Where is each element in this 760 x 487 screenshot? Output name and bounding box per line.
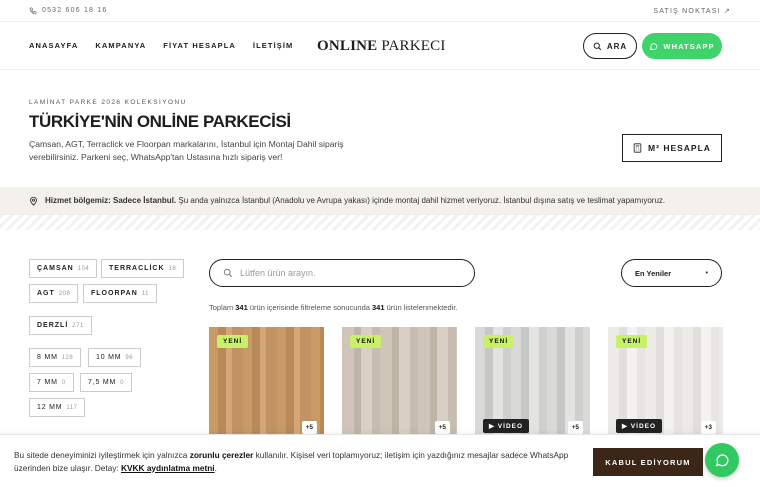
filter-chip-7mm[interactable]: 7 MM 0 [29,373,74,392]
dropdown-dot-icon: • [705,269,708,277]
product-card[interactable]: YENİ +5 [342,327,457,437]
filter-chip-agt[interactable]: AGT 208 [29,284,79,303]
whatsapp-button[interactable]: WHATSAPP [642,33,722,59]
filter-chip-12mm[interactable]: 12 MM 117 [29,398,86,417]
more-images-badge: +5 [567,421,583,434]
nav-actions: ARA WHATSAPP [583,33,722,59]
location-pin-icon [30,196,37,206]
whatsapp-icon [650,42,658,50]
phone-number: 0532 606 18 16 [42,7,108,14]
nav-item-campaign[interactable]: KAMPANYA [95,41,146,50]
filter-chip-7-5mm[interactable]: 7,5 MM 0 [80,373,132,392]
product-card[interactable]: YENİ ▶ VİDEO +5 [475,327,590,437]
filter-chip-terraclick[interactable]: TERRACLİCK 18 [101,259,185,278]
new-badge: YENİ [616,335,648,348]
page-title: TÜRKİYE'NİN ONLİNE PARKECİSİ [29,112,291,131]
new-badge: YENİ [350,335,382,348]
calculator-icon [633,143,642,153]
nav-item-contact[interactable]: İLETİŞİM [253,41,293,50]
product-card[interactable]: YENİ ▶ VİDEO +3 [608,327,723,437]
more-images-badge: +3 [700,421,716,434]
search-button[interactable]: ARA [583,33,637,59]
m2-calc-button[interactable]: M² HESAPLA [622,134,722,162]
phone-icon [29,7,37,14]
hero-eyebrow: LAMİNAT PARKE 2026 KOLEKSİYONU [29,99,187,106]
main-nav: ANASAYFA KAMPANYA FİYAT HESAPLA İLETİŞİM… [0,22,760,70]
sales-point-link[interactable]: SATIŞ NOKTASI ↗ [653,7,731,15]
filter-chip-10mm[interactable]: 10 MM 96 [88,348,142,367]
new-badge: YENİ [217,335,249,348]
search-icon [223,268,233,278]
filter-chip-8mm[interactable]: 8 MM 128 [29,348,82,367]
filter-chip-floorpan[interactable]: FLOORPAN 11 [83,284,157,303]
hero-description: Çamsan, AGT, Terraclick ve Floorpan mark… [29,139,344,162]
nav-item-price-calc[interactable]: FİYAT HESAPLA [163,41,236,50]
service-area-notice: Hizmet bölgemiz: Sadece İstanbul. Şu and… [0,187,760,214]
sort-selected: En Yeniler [635,268,672,278]
hero-section: LAMİNAT PARKE 2026 KOLEKSİYONU TÜRKİYE'N… [29,99,389,163]
results-count: Toplam 341 ürün içerisinde filtreleme so… [209,303,458,312]
more-images-badge: +5 [434,421,450,434]
top-bar: 0532 606 18 16 SATIŞ NOKTASI ↗ [0,0,760,22]
notice-bold: Hizmet bölgemiz: Sadece İstanbul. [45,196,177,205]
search-icon [593,42,602,50]
filter-chip-derzli[interactable]: DERZLİ 271 [29,316,92,335]
notice-text: Şu anda yalnızca İstanbul (Anadolu ve Av… [176,196,666,205]
kvkk-link[interactable]: KVKK aydınlatma metni [121,463,215,473]
phone-link[interactable]: 0532 606 18 16 [29,7,107,15]
product-card[interactable]: YENİ +5 [209,327,324,437]
filter-chip-camsan[interactable]: ÇAMSAN 104 [29,259,98,278]
video-badge[interactable]: ▶ VİDEO [616,419,663,433]
accept-cookies-button[interactable]: KABUL EDİYORUM [593,448,703,476]
video-badge[interactable]: ▶ VİDEO [483,419,530,433]
search-placeholder: Lütfen ürün arayın. [240,268,316,278]
nav-item-home[interactable]: ANASAYFA [29,41,78,50]
product-search-input[interactable]: Lütfen ürün arayın. [209,259,475,287]
whatsapp-float-button[interactable] [705,443,739,477]
site-logo[interactable]: ONLINE PARKECI [317,38,446,55]
cookie-banner: Bu sitede deneyiminizi iyileştirmek için… [0,434,760,487]
whatsapp-icon [715,454,729,467]
decorative-stripes [0,214,760,230]
more-images-badge: +5 [301,421,317,434]
new-badge: YENİ [483,335,515,348]
sort-select[interactable]: En Yeniler • [621,259,722,287]
nav-menu: ANASAYFA KAMPANYA FİYAT HESAPLA İLETİŞİM [29,41,293,50]
cookie-text: Bu sitede deneyiminizi iyileştirmek için… [14,450,569,473]
